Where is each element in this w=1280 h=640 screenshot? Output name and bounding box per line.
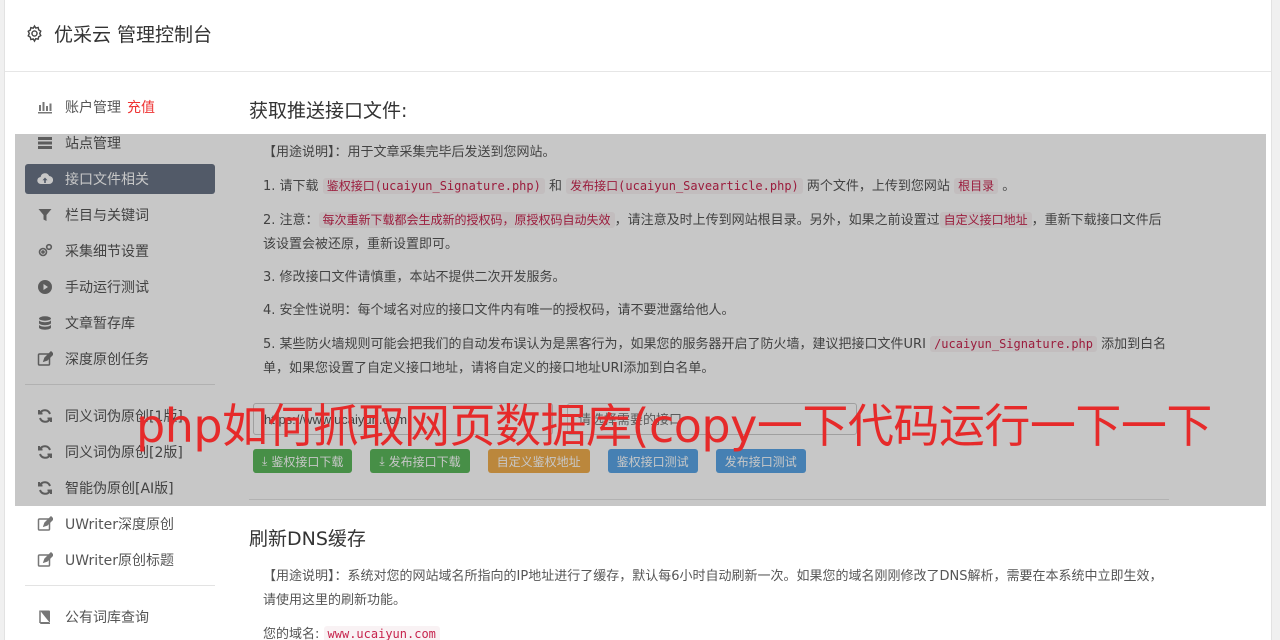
instruction-2: 2. 注意： 每次重新下载都会生成新的授权码，原授权码自动失效 ，请注意及时上传到网… (263, 208, 1169, 257)
usage-note: 【用途说明】：用于文章采集完毕后发送到您网站。 (263, 141, 1169, 165)
edit-icon (37, 552, 53, 568)
refresh-icon (37, 408, 53, 424)
code-warning: 每次重新下载都会生成新的授权码，原授权码自动失效 (318, 212, 615, 228)
sidebar-item-label: 公有词库查询 (65, 610, 149, 626)
sidebar-item-label: 文章暂存库 (65, 316, 135, 332)
cogs-icon (37, 243, 53, 259)
section-title-dns: 刷新DNS缓存 (249, 528, 366, 550)
text: 1. 请下载 (263, 179, 319, 194)
download-icon: ⤓ (262, 453, 268, 468)
button-label: 鉴权接口下载 (271, 454, 344, 469)
code-uri: /ucaiyun_Signature.php (930, 336, 1098, 352)
sidebar-item-label: 同义词伪原创[2版] (65, 445, 183, 461)
main-content: 获取推送接口文件: 【用途说明】：用于文章采集完毕后发送到您网站。 1. 请下载… (249, 96, 1169, 640)
brand[interactable]: 优采云 管理控制台 (25, 20, 212, 47)
instruction-3: 3. 修改接口文件请慎重，本站不提供二次开发服务。 (263, 270, 566, 285)
instruction-1: 1. 请下载 鉴权接口(ucaiyun_Signature.php) 和 发布接… (263, 174, 1169, 199)
instruction-4: 4. 安全性说明：每个域名对应的接口文件内有唯一的授权码，请不要泄露给他人。 (263, 303, 735, 318)
sidebar-item-synonym-v1[interactable]: 同义词伪原创[1版] (25, 401, 215, 431)
text: 。 (1002, 179, 1016, 194)
sidebar-item-synonym-v2[interactable]: 同义词伪原创[2版] (25, 437, 215, 467)
server-icon (37, 135, 53, 151)
code-signature-file: 鉴权接口(ucaiyun_Signature.php) (322, 178, 545, 194)
sidebar-item-columns-keywords[interactable]: 栏目与关键词 (25, 200, 215, 230)
section-title-interface-files: 获取推送接口文件: (249, 100, 408, 122)
gear-icon (27, 24, 42, 43)
text: 和 (549, 179, 563, 194)
edit-icon (37, 351, 53, 367)
sidebar-item-label: 账户管理 (65, 100, 121, 116)
instruction-5: 5. 某些防火墙规则可能会把我们的自动发布误认为是黑客行为，如果您的服务器开启了… (263, 332, 1169, 381)
code-savearticle-file: 发布接口(ucaiyun_Savearticle.php) (566, 178, 803, 194)
sidebar-item-label: 采集细节设置 (65, 244, 149, 260)
app-title: 优采云 管理控制台 (54, 24, 213, 46)
recharge-link[interactable]: 充值 (127, 97, 155, 117)
section-divider (249, 499, 1169, 500)
domain-value: www.ucaiyun.com (323, 626, 440, 640)
sidebar-item-label: 手动运行测试 (65, 280, 149, 296)
interface-select-input[interactable] (567, 403, 857, 435)
sidebar-item-label: UWriter深度原创 (65, 517, 174, 533)
text: ，请注意及时上传到网站根目录。另外，如果之前设置过 (614, 213, 940, 228)
database-icon (37, 315, 53, 331)
sidebar-item-uwriter-title[interactable]: UWriter原创标题 (25, 545, 215, 575)
sidebar-item-collect-settings[interactable]: 采集细节设置 (25, 236, 215, 266)
text: 5. 某些防火墙规则可能会把我们的自动发布误认为是黑客行为，如果您的服务器开启了… (263, 337, 926, 352)
sidebar-item-label: UWriter原创标题 (65, 553, 174, 569)
sidebar-item-uwriter-deep[interactable]: UWriter深度原创 (25, 509, 215, 539)
site-url-input[interactable] (253, 403, 553, 435)
text: 2. 注意： (263, 213, 319, 228)
code-custom-address: 自定义接口地址 (939, 212, 1032, 228)
sidebar-item-sites[interactable]: 站点管理 (25, 128, 215, 158)
code-root-dir: 根目录 (954, 178, 999, 194)
sidebar-item-deep-original[interactable]: 深度原创任务 (25, 344, 215, 374)
usage-prefix: 【用途说明】： (263, 145, 348, 160)
refresh-icon (37, 444, 53, 460)
sidebar: 账户管理 充值 站点管理 接口文件相关 栏目与关键词 采集细节设置 手动运行测试… (25, 92, 215, 638)
sidebar-divider (25, 585, 215, 586)
custom-signature-address-button[interactable]: 自定义鉴权地址 (487, 449, 590, 473)
refresh-icon (37, 480, 53, 496)
text: 两个文件，上传到您网站 (806, 179, 950, 194)
sidebar-item-article-storage[interactable]: 文章暂存库 (25, 308, 215, 338)
play-circle-icon (37, 279, 53, 295)
test-publish-button[interactable]: 发布接口测试 (715, 449, 806, 473)
usage-text: 系统对您的网站域名所指向的IP地址进行了缓存，默认每6小时自动刷新一次。如果您的… (263, 569, 1163, 608)
sidebar-item-public-thesaurus[interactable]: 公有词库查询 (25, 602, 215, 632)
interface-inputs (253, 403, 1169, 435)
domain-label: 您的域名: (263, 627, 320, 640)
bar-chart-icon (37, 99, 53, 115)
sidebar-item-label: 同义词伪原创[1版] (65, 409, 183, 425)
sidebar-item-label: 接口文件相关 (65, 172, 149, 188)
filter-icon (37, 207, 53, 223)
sidebar-item-label: 站点管理 (65, 136, 121, 152)
download-signature-button[interactable]: ⤓ 鉴权接口下载 (253, 449, 353, 473)
app-window: 优采云 管理控制台 账户管理 充值 站点管理 接口文件相关 栏目与关键词 采集细… (4, 0, 1272, 640)
button-label: 发布接口下载 (388, 454, 461, 469)
book-icon (37, 609, 53, 625)
sidebar-item-label: 深度原创任务 (65, 352, 149, 368)
sidebar-item-manual-run[interactable]: 手动运行测试 (25, 272, 215, 302)
sidebar-divider (25, 384, 215, 385)
dns-usage-note: 【用途说明】：系统对您的网站域名所指向的IP地址进行了缓存，默认每6小时自动刷新… (263, 565, 1169, 613)
top-bar: 优采云 管理控制台 (5, 0, 1271, 72)
edit-icon (37, 516, 53, 532)
sidebar-item-ai-original[interactable]: 智能伪原创[AI版] (25, 473, 215, 503)
button-group: ⤓ 鉴权接口下载 ⤓ 发布接口下载 自定义鉴权地址 鉴权接口测试 发布接口测试 (253, 449, 1169, 473)
test-signature-button[interactable]: 鉴权接口测试 (607, 449, 698, 473)
sidebar-item-label: 智能伪原创[AI版] (65, 481, 174, 497)
download-icon: ⤓ (379, 453, 385, 468)
download-publish-button[interactable]: ⤓ 发布接口下载 (370, 449, 470, 473)
cloud-upload-icon (37, 171, 53, 187)
usage-prefix: 【用途说明】： (263, 569, 348, 584)
usage-text: 用于文章采集完毕后发送到您网站。 (347, 145, 556, 160)
sidebar-item-interface-files[interactable]: 接口文件相关 (25, 164, 215, 194)
sidebar-item-account[interactable]: 账户管理 充值 (25, 92, 215, 122)
domain-line: 您的域名: www.ucaiyun.com (263, 622, 1169, 640)
sidebar-item-label: 栏目与关键词 (65, 208, 149, 224)
